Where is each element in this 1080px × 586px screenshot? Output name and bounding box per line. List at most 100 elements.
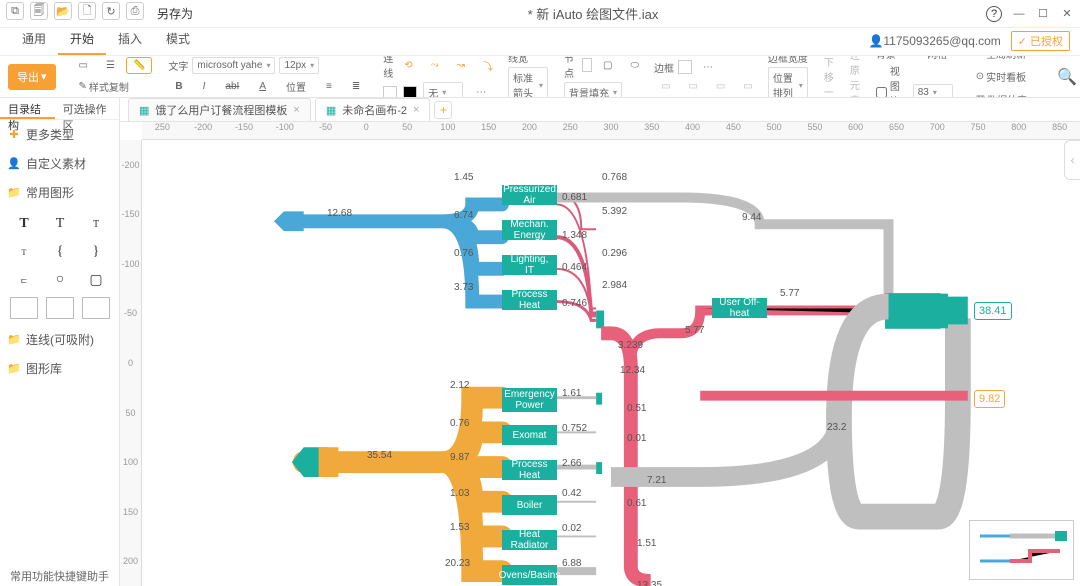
arrow-combo[interactable]: 标准箭头 <box>508 67 548 98</box>
shape-text-bold[interactable]: T <box>10 213 38 235</box>
shape-rect1[interactable] <box>10 297 38 319</box>
close-button[interactable]: ✕ <box>1060 7 1074 21</box>
line-style2-icon[interactable]: ⤳ <box>424 57 446 74</box>
qat-print[interactable]: ⎙ <box>126 2 144 20</box>
zoom-combo[interactable]: 83 <box>913 84 953 98</box>
node-shape2-icon[interactable]: ⬭ <box>623 57 646 74</box>
saveas-button[interactable]: 另存为 <box>150 2 200 25</box>
align-mid-icon[interactable]: ≣ <box>345 76 367 97</box>
qat-undo[interactable]: ↻ <box>102 2 120 20</box>
close-icon[interactable]: × <box>413 104 419 116</box>
node-user-offheat[interactable]: User Off-heat <box>712 298 767 318</box>
maximize-button[interactable]: ☐ <box>1036 7 1050 21</box>
bold-button[interactable]: B <box>168 76 189 97</box>
lp-tab-structure[interactable]: 目录结构 <box>0 98 55 119</box>
doc-tab-1[interactable]: ▦饿了么用户订餐流程图模板× <box>128 98 311 121</box>
font-size-combo[interactable]: 12px <box>279 57 319 74</box>
shape-bracket[interactable]: ⊏ <box>10 269 38 291</box>
tool-rect-icon[interactable]: ▭ <box>72 57 95 74</box>
output-orange[interactable]: 9.82 <box>974 390 1005 408</box>
shape-roundrect[interactable]: ▢ <box>82 269 110 291</box>
node-process-heat-u[interactable]: Process Heat <box>502 290 557 310</box>
border-style-icon[interactable]: ⋯ <box>696 59 720 76</box>
node-pressurized-air[interactable]: Pressurized Air <box>502 185 557 205</box>
shape-brace-r[interactable]: } <box>82 241 110 263</box>
showgrid-checkbox[interactable]: 显示网格 <box>913 56 953 61</box>
collapse-right-panel[interactable]: ‹ <box>1064 140 1080 180</box>
shape-text-label[interactable]: T <box>10 241 38 263</box>
shape-rect3[interactable] <box>82 297 110 319</box>
canvasbg-button[interactable]: 画布背景 <box>876 56 905 61</box>
realtime-button[interactable]: ⊙实时看板 <box>969 66 1034 87</box>
menu-start[interactable]: 开始 <box>58 24 106 55</box>
strike-button[interactable]: abI <box>218 76 246 97</box>
shape-btn4-icon[interactable]: ▭ <box>736 78 759 95</box>
export-button[interactable]: 导出 ▾ <box>8 64 56 90</box>
node-process-heat-l[interactable]: Process Heat <box>502 460 557 480</box>
lp-item-custom[interactable]: 👤自定义素材 <box>0 149 119 178</box>
user-account[interactable]: 👤1175093265@qq.com <box>868 34 1000 48</box>
doc-tab-2[interactable]: ▦未命名画布-2× <box>315 98 431 121</box>
node-shape1-icon[interactable]: ▢ <box>596 57 619 74</box>
shape-btn1-icon[interactable]: ▭ <box>654 78 677 95</box>
border-color[interactable] <box>678 60 692 74</box>
help-icon[interactable]: ? <box>986 6 1002 22</box>
line-none-combo[interactable]: 无 <box>423 82 463 98</box>
shape-brace-l[interactable]: { <box>46 241 74 263</box>
add-tab-button[interactable]: + <box>434 101 452 119</box>
qat-open[interactable]: 📂 <box>54 2 72 20</box>
refresh-button[interactable]: ⟳全局刷新 <box>969 56 1034 64</box>
line-dash-icon[interactable]: ⋯ <box>469 84 493 98</box>
line-color-black[interactable] <box>403 86 417 99</box>
qat-new[interactable]: ⧉ <box>6 2 24 20</box>
node-lighting[interactable]: Lighting, IT <box>502 255 557 275</box>
shape-rect2[interactable] <box>46 297 74 319</box>
menu-mode[interactable]: 模式 <box>154 24 202 55</box>
lp-tab-ops[interactable]: 可选操作区 <box>55 98 119 119</box>
lp-item-shapelib[interactable]: 📁图形库 <box>0 354 119 383</box>
menu-general[interactable]: 通用 <box>10 24 58 55</box>
bgfill-combo[interactable]: 背景填充 <box>564 82 622 98</box>
line-color-white[interactable] <box>383 86 397 99</box>
shape-text-norm[interactable]: T <box>46 213 74 235</box>
restore-button[interactable]: 还原元素 <box>850 56 860 98</box>
canvas[interactable]: Pressurized Air Mechan. Energy Lighting,… <box>142 140 1080 586</box>
license-badge[interactable]: ✓已授权 <box>1011 31 1070 51</box>
node-boiler[interactable]: Boiler <box>502 495 557 515</box>
posrank-combo[interactable]: 位置排列 <box>768 67 808 98</box>
node-ovens[interactable]: Ovens/Basins <box>502 565 557 585</box>
node-emergency[interactable]: Emergency Power <box>502 388 557 412</box>
close-icon[interactable]: × <box>293 104 299 116</box>
qat-copy[interactable]: 🗐 <box>30 2 48 20</box>
tool-stack-icon[interactable]: ☰ <box>99 57 122 74</box>
node-fill[interactable] <box>582 58 592 72</box>
line-style1-icon[interactable]: ⟲ <box>397 57 419 74</box>
shape-btn2-icon[interactable]: ▭ <box>681 78 704 95</box>
text-position[interactable]: 位置 <box>279 76 313 97</box>
line-style4-icon[interactable]: ⤵ <box>476 56 500 76</box>
node-mechan-energy[interactable]: Mechan. Energy <box>502 220 557 240</box>
line-style3-icon[interactable]: ↝ <box>450 57 472 74</box>
format-painter[interactable]: ✎ 样式复制 <box>72 76 153 97</box>
minimize-button[interactable]: — <box>1012 7 1026 21</box>
align-left-icon[interactable]: ≡ <box>319 76 339 97</box>
output-green[interactable]: 38.41 <box>974 302 1012 320</box>
tool-ruler-icon[interactable]: 📏 <box>126 57 152 74</box>
shape-circle[interactable]: ○ <box>46 269 74 291</box>
search-button[interactable]: 🔍 <box>1050 64 1080 90</box>
lp-item-lines[interactable]: 📁连线(可吸附) <box>0 325 119 354</box>
node-exomat[interactable]: Exomat <box>502 425 557 445</box>
node-radiator[interactable]: Heat Radiator <box>502 530 557 550</box>
shape-btn3-icon[interactable]: ▭ <box>709 78 732 95</box>
minimap[interactable] <box>969 520 1074 580</box>
italic-button[interactable]: I <box>196 76 213 97</box>
shape-text-small[interactable]: T <box>82 213 110 235</box>
downshift-button[interactable]: 下移一层 <box>824 56 834 98</box>
font-family-combo[interactable]: microsoft yahe <box>192 57 275 74</box>
font-color-button[interactable]: A <box>252 76 273 97</box>
viewratio-checkbox[interactable]: 视图比例% <box>876 63 909 99</box>
datasim-button[interactable]: ▦数据仿真 <box>969 89 1034 98</box>
lp-item-common[interactable]: 📁常用图形 <box>0 178 119 207</box>
menu-insert[interactable]: 插入 <box>106 24 154 55</box>
qat-file[interactable]: 🗋 <box>78 2 96 20</box>
